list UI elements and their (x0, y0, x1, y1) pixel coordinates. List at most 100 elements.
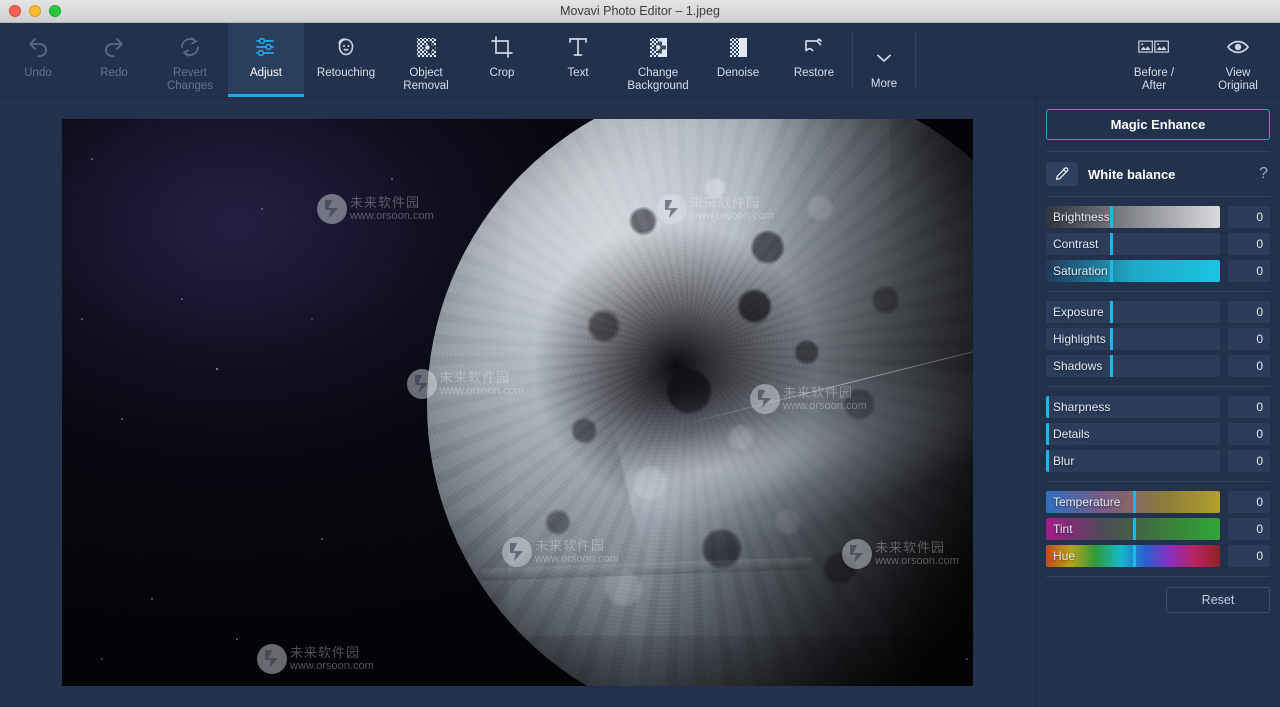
slider-value-shadows[interactable]: 0 (1228, 355, 1270, 377)
sliders-icon (250, 32, 282, 62)
toolbar-item-text[interactable]: Text (540, 23, 616, 97)
revert-icon (174, 32, 206, 62)
question-mark-icon[interactable]: ? (1259, 165, 1270, 183)
slider-handle[interactable] (1046, 450, 1049, 472)
slider-value-details[interactable]: 0 (1228, 423, 1270, 445)
slider-shadows[interactable]: Shadows (1046, 355, 1220, 377)
before-after-line-1: Before / (1133, 67, 1175, 79)
slider-group-1: Brightness 0 Contrast 0 Saturation 0 (1046, 197, 1270, 291)
toolbar-item-object-removal[interactable]: Object Removal (388, 23, 464, 97)
revert-line-2: Changes (166, 80, 214, 92)
slider-row-sharpness: Sharpness 0 (1046, 396, 1270, 418)
slider-handle[interactable] (1110, 328, 1114, 350)
slider-handle[interactable] (1046, 396, 1049, 418)
slider-value-temperature[interactable]: 0 (1228, 491, 1270, 513)
toolbar-label-undo: Undo (24, 67, 52, 79)
slider-value-sharpness[interactable]: 0 (1228, 396, 1270, 418)
toolbar-label-retouching: Retouching (316, 67, 376, 79)
toolbar-item-denoise[interactable]: Denoise (700, 23, 776, 97)
slider-tint[interactable]: Tint (1046, 518, 1220, 540)
slider-handle[interactable] (1110, 301, 1114, 323)
reset-row: Reset (1046, 577, 1270, 613)
slider-value-saturation[interactable]: 0 (1228, 260, 1270, 282)
slider-exposure[interactable]: Exposure (1046, 301, 1220, 323)
slider-value-exposure[interactable]: 0 (1228, 301, 1270, 323)
toolbar-label-more: More (870, 78, 898, 90)
redo-icon (98, 32, 130, 62)
window-titlebar: Movavi Photo Editor – 1.jpeg (0, 0, 1280, 23)
slider-label: Tint (1053, 522, 1073, 536)
eyedropper-icon[interactable] (1046, 162, 1078, 186)
slider-row-highlights: Highlights 0 (1046, 328, 1270, 350)
slider-handle[interactable] (1110, 233, 1114, 255)
toolbar-label-restore: Restore (793, 67, 835, 79)
chevron-down-icon (868, 43, 900, 73)
toolbar-item-restore[interactable]: Restore (776, 23, 852, 97)
toolbar-item-change-background[interactable]: Change Background (616, 23, 700, 97)
change-background-line-1: Change (637, 67, 679, 79)
slider-value-contrast[interactable]: 0 (1228, 233, 1270, 255)
undo-icon (22, 32, 54, 62)
slider-blur[interactable]: Blur (1046, 450, 1220, 472)
toolbar-item-revert-changes[interactable]: Revert Changes (152, 23, 228, 97)
slider-handle[interactable] (1110, 206, 1114, 228)
text-icon (562, 32, 594, 62)
slider-handle[interactable] (1110, 260, 1114, 282)
slider-row-shadows: Shadows 0 (1046, 355, 1270, 377)
toolbar-label-change-background: Change Background (627, 67, 688, 93)
slider-label: Details (1053, 427, 1090, 441)
toolbar-item-more[interactable]: More (853, 23, 915, 97)
slider-highlights[interactable]: Highlights (1046, 328, 1220, 350)
slider-value-highlights[interactable]: 0 (1228, 328, 1270, 350)
toolbar-item-undo[interactable]: Undo (0, 23, 76, 97)
slider-value-blur[interactable]: 0 (1228, 450, 1270, 472)
slider-handle[interactable] (1133, 491, 1136, 513)
slider-hue[interactable]: Hue (1046, 545, 1220, 567)
slider-details[interactable]: Details (1046, 423, 1220, 445)
window-title: Movavi Photo Editor – 1.jpeg (560, 4, 720, 18)
slider-label: Temperature (1053, 495, 1121, 509)
toolbar-label-object-removal: Object Removal (403, 67, 448, 93)
slider-row-blur: Blur 0 (1046, 450, 1270, 472)
main-area: 未来软件园 www.orsoon.com 未来软件园 www.orsoon.com 未来… (0, 98, 1280, 707)
slider-row-hue: Hue 0 (1046, 545, 1270, 567)
slider-sharpness[interactable]: Sharpness (1046, 396, 1220, 418)
object-removal-line-1: Object (409, 67, 443, 79)
magic-enhance-button[interactable]: Magic Enhance (1046, 109, 1270, 140)
toolbar-label-text: Text (567, 67, 589, 79)
slider-temperature[interactable]: Temperature (1046, 491, 1220, 513)
slider-group-4: Temperature 0 Tint 0 Hue 0 (1046, 482, 1270, 576)
slider-row-tint: Tint 0 (1046, 518, 1270, 540)
slider-groups: Brightness 0 Contrast 0 Saturation 0 Exposure 0… (1046, 197, 1270, 577)
toolbar-item-before-after[interactable]: Before / After (1112, 23, 1196, 97)
slider-handle[interactable] (1046, 423, 1049, 445)
slider-value-brightness[interactable]: 0 (1228, 206, 1270, 228)
slider-value-hue[interactable]: 0 (1228, 545, 1270, 567)
slider-label: Blur (1053, 454, 1075, 468)
slider-label: Shadows (1053, 359, 1103, 373)
slider-value-tint[interactable]: 0 (1228, 518, 1270, 540)
slider-contrast[interactable]: Contrast (1046, 233, 1220, 255)
view-original-line-2: Original (1218, 80, 1258, 92)
toolbar-item-retouching[interactable]: Retouching (304, 23, 388, 97)
slider-handle[interactable] (1133, 545, 1136, 567)
reset-button[interactable]: Reset (1166, 587, 1270, 613)
slider-handle[interactable] (1133, 518, 1136, 540)
toolbar-item-view-original[interactable]: View Original (1196, 23, 1280, 97)
slider-saturation[interactable]: Saturation (1046, 260, 1220, 282)
slider-handle[interactable] (1110, 355, 1114, 377)
toolbar-item-crop[interactable]: Crop (464, 23, 540, 97)
slider-group-2: Exposure 0 Highlights 0 Shadows 0 (1046, 292, 1270, 386)
slider-group-3: Sharpness 0 Details 0 Blur 0 (1046, 387, 1270, 481)
slider-row-brightness: Brightness 0 (1046, 206, 1270, 228)
slider-brightness[interactable]: Brightness (1046, 206, 1220, 228)
edited-photo[interactable]: 未来软件园 www.orsoon.com 未来软件园 www.orsoon.com 未来… (62, 119, 973, 686)
change-background-line-2: Background (627, 80, 689, 92)
toolbar-item-adjust[interactable]: Adjust (228, 23, 304, 97)
slider-label: Exposure (1053, 305, 1104, 319)
toolbar-item-redo[interactable]: Redo (76, 23, 152, 97)
image-canvas-area[interactable]: 未来软件园 www.orsoon.com 未来软件园 www.orsoon.com 未来… (0, 98, 1035, 707)
white-balance-label: White balance (1088, 166, 1176, 182)
before-after-icon (1138, 32, 1170, 62)
